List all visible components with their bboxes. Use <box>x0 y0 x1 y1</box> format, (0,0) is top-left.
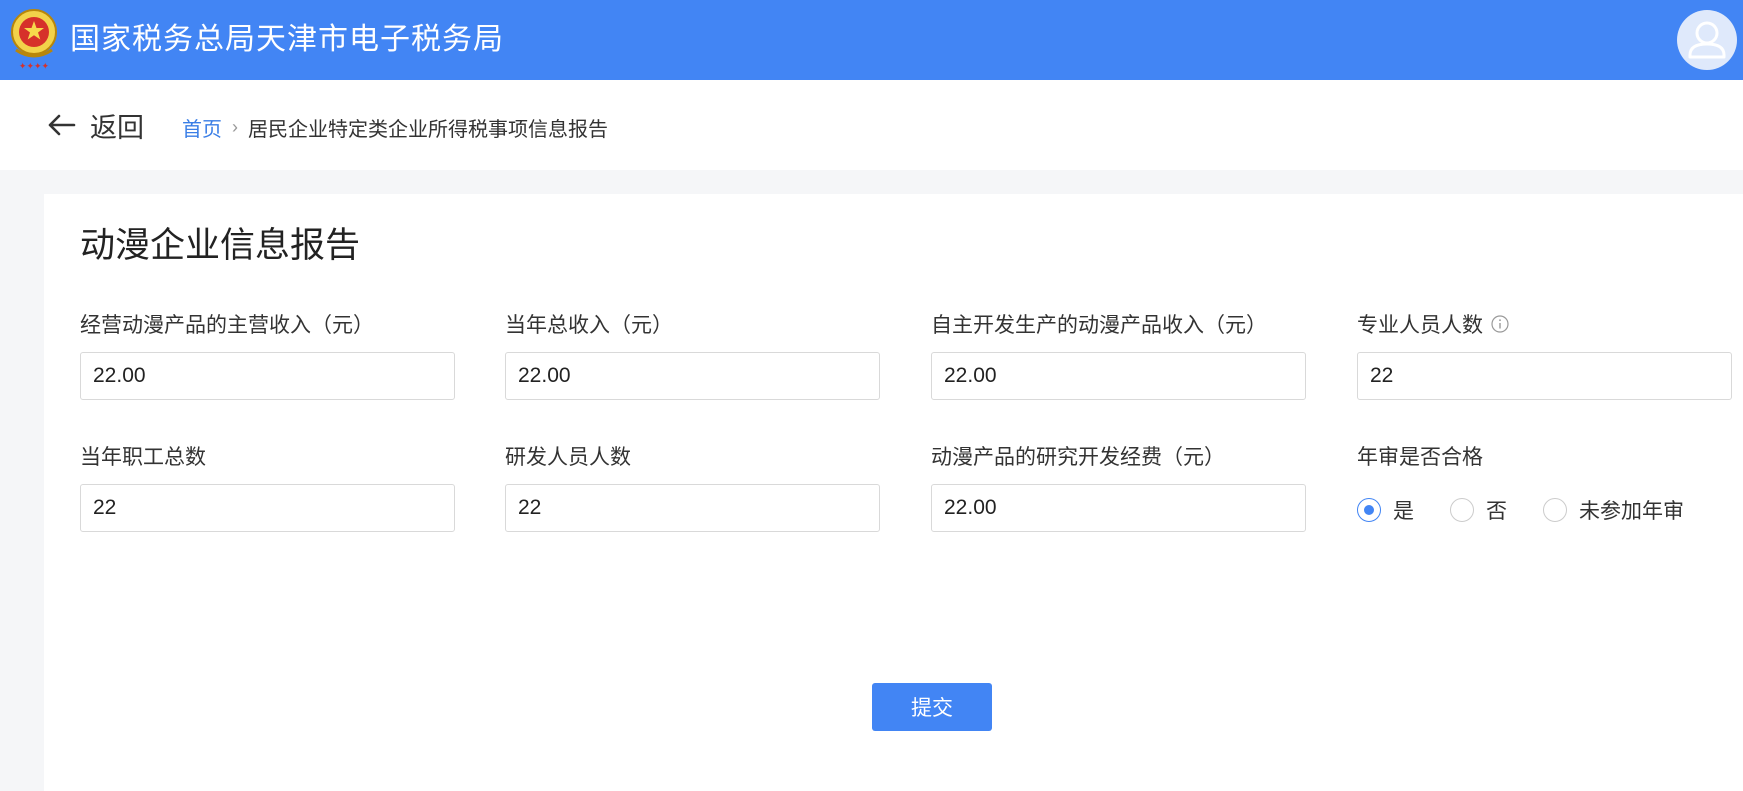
field-label: 专业人员人数 <box>1357 308 1732 340</box>
field-label: 当年总收入（元） <box>505 314 673 337</box>
field-professional-staff: 专业人员人数 <box>1357 308 1732 400</box>
back-button[interactable]: 返回 <box>46 107 144 143</box>
field-main-revenue: 经营动漫产品的主营收入（元） <box>80 308 455 400</box>
radio-option-not-participated[interactable]: 未参加年审 <box>1543 495 1684 525</box>
radio-label: 未参加年审 <box>1579 500 1684 523</box>
form-card: 动漫企业信息报告 经营动漫产品的主营收入（元） 当年总收入（元） 自主开发生产的… <box>44 194 1743 791</box>
professional-staff-input[interactable] <box>1357 352 1732 400</box>
field-label-text: 专业人员人数 <box>1357 314 1483 337</box>
field-total-revenue: 当年总收入（元） <box>505 308 880 400</box>
breadcrumb: 首页 › 居民企业特定类企业所得税事项信息报告 <box>182 113 608 142</box>
back-label: 返回 <box>90 112 144 143</box>
field-annual-review: 年审是否合格 是 否 未参加年审 <box>1357 440 1743 530</box>
tax-emblem-icon: ✦✦✦✦ <box>11 9 57 72</box>
sub-navigation: 返回 首页 › 居民企业特定类企业所得税事项信息报告 <box>0 80 1743 170</box>
radio-unchecked-icon[interactable] <box>1543 498 1567 522</box>
svg-text:✦✦✦✦: ✦✦✦✦ <box>19 62 50 72</box>
field-total-employees: 当年职工总数 <box>80 440 455 532</box>
field-label: 经营动漫产品的主营收入（元） <box>80 314 374 337</box>
main-revenue-input[interactable] <box>80 352 455 400</box>
field-self-developed-revenue: 自主开发生产的动漫产品收入（元） <box>931 308 1306 400</box>
chevron-right-icon: › <box>232 117 238 137</box>
breadcrumb-home-link[interactable]: 首页 <box>182 113 222 142</box>
field-rd-expense: 动漫产品的研究开发经费（元） <box>931 440 1306 532</box>
rd-expense-input[interactable] <box>931 484 1306 532</box>
radio-option-yes[interactable]: 是 <box>1357 495 1414 525</box>
total-revenue-input[interactable] <box>505 352 880 400</box>
radio-option-no[interactable]: 否 <box>1450 495 1507 525</box>
field-label: 研发人员人数 <box>505 446 631 469</box>
user-avatar-icon <box>1688 21 1726 59</box>
field-label: 当年职工总数 <box>80 446 206 469</box>
user-avatar[interactable] <box>1677 10 1737 70</box>
field-label: 动漫产品的研究开发经费（元） <box>931 446 1225 469</box>
radio-label: 是 <box>1393 500 1414 523</box>
total-employees-input[interactable] <box>80 484 455 532</box>
info-icon[interactable] <box>1491 315 1509 333</box>
top-header: ✦✦✦✦ 国家税务总局天津市电子税务局 <box>0 0 1743 80</box>
breadcrumb-current: 居民企业特定类企业所得税事项信息报告 <box>248 119 608 141</box>
radio-unchecked-icon[interactable] <box>1450 498 1474 522</box>
annual-review-radio-group: 是 否 未参加年审 <box>1357 490 1743 530</box>
submit-button[interactable]: 提交 <box>872 683 992 731</box>
self-developed-revenue-input[interactable] <box>931 352 1306 400</box>
field-rd-staff: 研发人员人数 <box>505 440 880 532</box>
rd-staff-input[interactable] <box>505 484 880 532</box>
site-title: 国家税务总局天津市电子税务局 <box>70 23 504 56</box>
radio-checked-icon[interactable] <box>1357 498 1381 522</box>
radio-label: 否 <box>1486 500 1507 523</box>
field-label: 年审是否合格 <box>1357 446 1483 469</box>
page-title: 动漫企业信息报告 <box>80 226 361 265</box>
field-label: 自主开发生产的动漫产品收入（元） <box>931 314 1267 337</box>
arrow-left-icon <box>48 114 76 136</box>
